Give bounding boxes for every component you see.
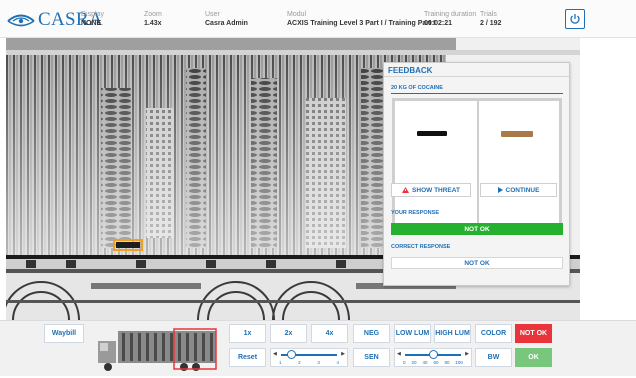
power-button[interactable] (565, 9, 585, 29)
casra-eye-logo-icon (7, 14, 35, 27)
correct-response-label: CORRECT RESPONSE (391, 244, 451, 250)
threat-xray-shape (417, 131, 447, 136)
show-threat-button[interactable]: SHOW THREAT (391, 183, 471, 197)
lum-tick: 40 (422, 360, 428, 365)
zoom-tick: 3 (317, 360, 320, 365)
lum-tick: 60 (433, 360, 439, 365)
feedback-panel: FEEDBACK 20 KG OF COCAINE CAST PHOTO SHO… (383, 62, 570, 286)
modul-label: Modul (287, 11, 307, 18)
lum-tick: 0 (403, 360, 406, 365)
warning-icon (402, 187, 410, 193)
trials-label: Trials (480, 11, 497, 18)
zoom-4x-button[interactable]: 4x (311, 324, 348, 343)
zoom-2x-button[interactable]: 2x (270, 324, 307, 343)
neg-button[interactable]: NEG (353, 324, 390, 343)
zoom-1x-button[interactable]: 1x (229, 324, 266, 343)
modul-info: Modul ACXIS Training Level 3 Part I / Tr… (287, 10, 435, 28)
threat-photo-image: PHOTO (479, 101, 559, 229)
threat-photo-shape (501, 131, 533, 137)
user-info: User Casra Admin (205, 10, 248, 28)
bw-button[interactable]: BW (475, 348, 512, 367)
power-icon (570, 14, 580, 24)
user-value: Casra Admin (205, 20, 248, 27)
zoom-tick: 1 (279, 360, 282, 365)
lum-tick: 80 (444, 360, 450, 365)
zoom-slider-ticks: 1 2 3 4 (279, 360, 339, 365)
user-label: User (205, 11, 220, 18)
lum-slider-right-arrow-icon[interactable]: ▶ (465, 351, 469, 357)
feedback-title: FEEDBACK (384, 63, 569, 77)
not-ok-button[interactable]: NOT OK (515, 324, 552, 343)
high-lum-button[interactable]: HIGH LUM (434, 324, 471, 343)
lum-slider-knob[interactable] (429, 350, 438, 359)
threat-name-underline (391, 93, 563, 94)
lum-tick: 100 (455, 360, 463, 365)
display-value: NONE (81, 20, 102, 27)
your-response-label: YOUR RESPONSE (391, 210, 439, 216)
play-icon (497, 187, 503, 193)
lum-slider-ticks: 0 20 40 60 80 100 (403, 360, 463, 365)
display-info: Display NONE (81, 10, 104, 28)
threat-name: 20 KG OF COCAINE (391, 85, 443, 91)
continue-label: CONTINUE (505, 186, 540, 194)
zoom-slider[interactable]: ◀ ▶ 1 2 3 4 (270, 348, 348, 367)
zoom-tick: 4 (336, 360, 339, 365)
trials-info: Trials 2 / 192 (480, 10, 501, 28)
display-label: Display (81, 11, 104, 18)
top-header: CASRA Display NONE Zoom 1.43x User Casra… (0, 0, 636, 38)
your-response-value: NOT OK (391, 223, 563, 235)
reset-button[interactable]: Reset (229, 348, 266, 367)
overview-thumbnail[interactable] (94, 325, 220, 373)
waybill-button[interactable]: Waybill (44, 324, 84, 343)
show-threat-label: SHOW THREAT (412, 186, 460, 194)
lum-tick: 20 (411, 360, 417, 365)
duration-info: Training duration 00:02:21 (424, 10, 476, 28)
ok-button[interactable]: OK (515, 348, 552, 367)
continue-button[interactable]: CONTINUE (480, 183, 557, 197)
sen-button[interactable]: SEN (353, 348, 390, 367)
zoom-value: 1.43x (144, 20, 162, 27)
low-lum-button[interactable]: LOW LUM (394, 324, 431, 343)
lum-slider-left-arrow-icon[interactable]: ◀ (397, 351, 401, 357)
color-button[interactable]: COLOR (475, 324, 512, 343)
zoom-slider-knob[interactable] (287, 350, 296, 359)
zoom-slider-right-arrow-icon[interactable]: ▶ (341, 351, 345, 357)
overview-truck-image (94, 325, 220, 373)
zoom-label: Zoom (144, 11, 162, 18)
trials-value: 2 / 192 (480, 20, 502, 27)
duration-label: Training duration (424, 11, 477, 18)
duration-value: 00:02:21 (424, 20, 453, 27)
zoom-slider-left-arrow-icon[interactable]: ◀ (273, 351, 277, 357)
modul-value: ACXIS Training Level 3 Part I / Training… (287, 20, 436, 27)
correct-response-value: NOT OK (391, 257, 563, 269)
zoom-tick: 2 (298, 360, 301, 365)
luminance-slider[interactable]: ◀ ▶ 0 20 40 60 80 100 (394, 348, 472, 367)
zoom-info: Zoom 1.43x (144, 10, 162, 28)
